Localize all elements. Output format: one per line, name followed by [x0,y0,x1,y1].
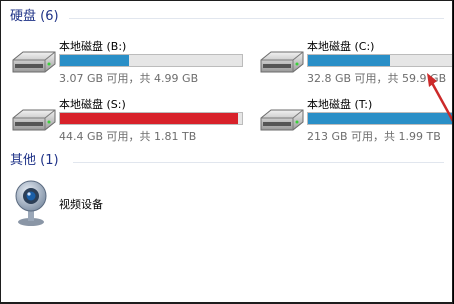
group-divider [69,18,444,19]
group-header-hard-disks[interactable]: 硬盘 (6) [10,7,59,27]
group-header-other[interactable]: 其他 (1) [10,151,59,171]
drive-space-info: 44.4 GB 可用，共 1.81 TB [59,130,197,143]
drive-usage-fill [60,113,239,124]
drive-s[interactable]: 本地磁盘 (S:) 44.4 GB 可用，共 1.81 TB [9,96,244,143]
drive-name: 本地磁盘 (S:) [59,98,126,111]
device-label: 视频设备 [59,198,103,211]
webcam-icon [15,180,47,226]
group-title: 其他 (1) [10,153,59,168]
drive-name: 本地磁盘 (C:) [307,40,375,53]
drive-name: 本地磁盘 (T:) [307,98,373,111]
hard-drive-icon [260,51,304,73]
computer-window: 硬盘 (6) 本地磁盘 (B:) 3.07 GB 可用，共 4.99 GB 本地… [1,1,452,302]
drive-space-info: 3.07 GB 可用，共 4.99 GB [59,72,199,85]
group-divider [73,162,444,163]
drive-usage-fill [60,55,130,66]
hard-drive-icon [12,51,56,73]
drive-usage-bar [307,54,452,67]
hard-drive-icon [12,109,56,131]
drive-usage-bar [59,112,243,125]
hard-drive-icon [260,109,304,131]
annotation-arrow [427,73,452,122]
drive-usage-fill [308,55,390,66]
drive-space-info: 213 GB 可用，共 1.99 TB [307,130,441,143]
drive-b[interactable]: 本地磁盘 (B:) 3.07 GB 可用，共 4.99 GB [9,38,244,85]
drive-name: 本地磁盘 (B:) [59,40,127,53]
group-title: 硬盘 (6) [10,9,59,24]
device-video[interactable]: 视频设备 [9,179,209,227]
drive-usage-bar [59,54,243,67]
